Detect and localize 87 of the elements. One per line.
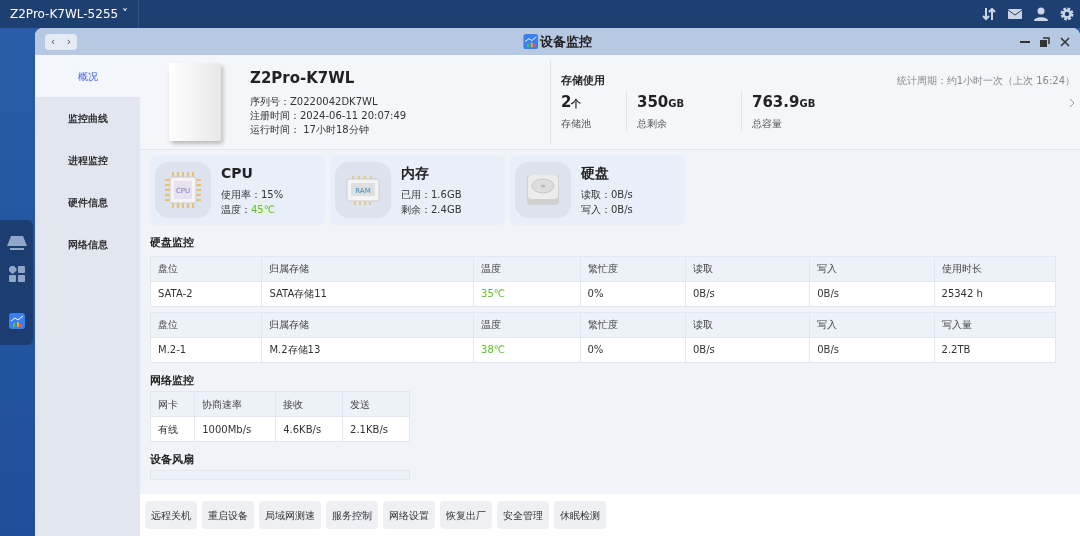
- table-cell: 35℃: [473, 281, 581, 307]
- column-header: 读取: [685, 312, 810, 338]
- settings-icon[interactable]: [1059, 6, 1075, 22]
- resource-title: 硬盘: [581, 164, 610, 184]
- stat-period: 统计周期：约1小时一次（上次 16:24）: [896, 73, 1075, 88]
- action-button[interactable]: 远程关机: [145, 501, 197, 529]
- action-button[interactable]: 重启设备: [202, 501, 254, 529]
- resource-stat: 写入：0B/s: [581, 202, 633, 217]
- table-cell: 25342 h: [934, 281, 1056, 307]
- stat-label: 总剩余: [637, 117, 668, 132]
- column-header: 发送: [342, 391, 410, 417]
- column-header: 写入量: [934, 312, 1056, 338]
- user-icon[interactable]: [1033, 6, 1049, 22]
- transfer-icon[interactable]: [981, 6, 997, 22]
- action-button[interactable]: 网络设置: [383, 501, 435, 529]
- action-button[interactable]: 服务控制: [326, 501, 378, 529]
- table-cell: 0%: [580, 337, 686, 363]
- table-cell: 0B/s: [809, 281, 935, 307]
- mail-icon[interactable]: [1007, 6, 1023, 22]
- table-cell: 38℃: [473, 337, 580, 363]
- action-button[interactable]: 休眠检测: [554, 501, 606, 529]
- column-header: 协商速率: [194, 391, 276, 417]
- resource-title: 内存: [401, 164, 430, 184]
- device-info: 注册时间：2024-06-11 20:07:49: [250, 108, 408, 123]
- apps-icon[interactable]: [9, 266, 25, 282]
- chart-app-icon: [522, 34, 538, 49]
- drive-icon[interactable]: [7, 236, 27, 250]
- column-header: 归属存储: [261, 256, 474, 282]
- action-button[interactable]: 恢复出厂: [440, 501, 492, 529]
- column-header: 使用时长: [934, 256, 1056, 282]
- section-title: 设备风扇: [150, 452, 195, 467]
- stat-label: 存储池: [561, 117, 592, 132]
- column-header: 网卡: [150, 391, 195, 417]
- column-header: 盘位: [150, 256, 262, 282]
- resource-stat: 读取：0B/s: [581, 187, 633, 202]
- forward-button[interactable]: ›: [61, 33, 77, 50]
- stat-value: 763.9GB: [752, 92, 817, 114]
- sidebar-item[interactable]: 概况: [35, 55, 140, 97]
- section-title: 网络监控: [150, 372, 195, 388]
- column-header: 归属存储: [261, 312, 474, 338]
- resource-stat: 温度：45℃: [221, 202, 276, 217]
- chevron-right-icon[interactable]: [1069, 97, 1075, 108]
- table-cell: 2.2TB: [934, 337, 1056, 363]
- action-button[interactable]: 安全管理: [497, 501, 549, 529]
- chart-app-icon[interactable]: [9, 313, 25, 329]
- table-cell: 0B/s: [809, 337, 935, 363]
- column-header: 繁忙度: [580, 256, 686, 282]
- table-cell: SATA存储11: [261, 281, 474, 307]
- column-header: 繁忙度: [580, 312, 686, 338]
- table-cell: 0B/s: [685, 337, 810, 363]
- device-name: Z2Pro-K7WL: [250, 68, 356, 90]
- column-header: 接收: [275, 391, 343, 417]
- column-header: 温度: [473, 256, 581, 282]
- sidebar-item[interactable]: 进程监控: [35, 139, 140, 181]
- resource-title: CPU: [221, 164, 254, 184]
- resource-stat: 使用率：15%: [221, 187, 284, 202]
- column-header: 温度: [473, 312, 580, 338]
- section-title: 存储使用: [561, 72, 606, 88]
- device-info: 序列号：Z0220042DK7WL: [250, 94, 379, 109]
- column-header: 盘位: [150, 312, 262, 338]
- sidebar-item[interactable]: 监控曲线: [35, 97, 140, 139]
- table-cell: 1000Mb/s: [194, 416, 276, 442]
- close-icon[interactable]: [1060, 36, 1070, 47]
- stat-value: 350GB: [637, 92, 686, 114]
- table-cell: 0B/s: [685, 281, 810, 307]
- back-button[interactable]: ‹: [45, 33, 61, 50]
- stat-label: 总容量: [752, 117, 783, 132]
- column-header: 写入: [809, 312, 935, 338]
- resource-stat: 已用：1.6GB: [401, 187, 462, 202]
- table-cell: SATA-2: [150, 281, 262, 307]
- table-cell: 2.1KB/s: [342, 416, 410, 442]
- device-info: 运行时间： 17小时18分钟: [250, 122, 370, 137]
- column-header: 写入: [809, 256, 935, 282]
- table-cell: M.2存储13: [261, 337, 474, 363]
- table-cell: 有线: [150, 416, 195, 442]
- sidebar-item[interactable]: 硬件信息: [35, 181, 140, 223]
- section-title: 硬盘监控: [150, 235, 195, 250]
- table-cell: 4.6KB/s: [275, 416, 343, 442]
- stat-value: 2个: [561, 92, 583, 114]
- sidebar-item[interactable]: 网络信息: [35, 223, 140, 265]
- table-cell: M.2-1: [150, 337, 262, 363]
- table-cell: 0%: [580, 281, 686, 307]
- window-title: 设备监控: [540, 32, 593, 51]
- action-button[interactable]: 局域网测速: [259, 501, 321, 529]
- column-header: 读取: [685, 256, 810, 282]
- restore-icon[interactable]: [1040, 36, 1050, 47]
- resource-stat: 剩余：2.4GB: [401, 202, 462, 217]
